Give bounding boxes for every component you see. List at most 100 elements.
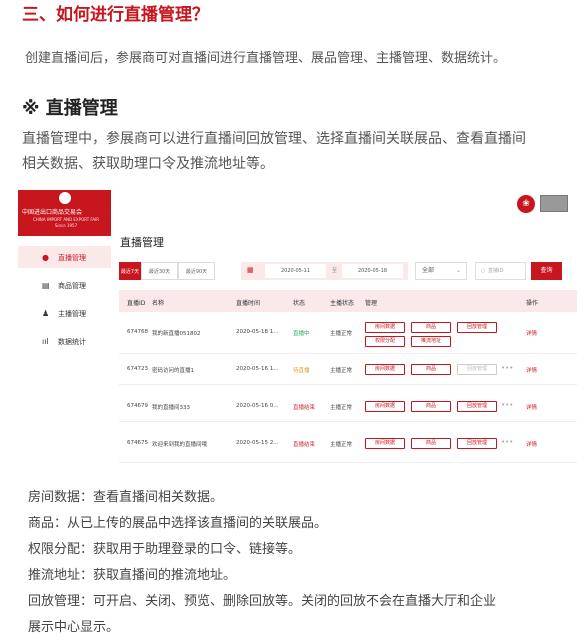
- description-item: 推流地址：获取直播间的推流地址。: [28, 568, 237, 583]
- subsection-title: ※ 直播管理: [22, 98, 118, 119]
- anchor-status: 主播正常: [330, 331, 353, 337]
- replay-button[interactable]: 回放管理: [457, 364, 497, 375]
- table-row: 674768 我的新直播051802 2020-05-18 1... 直播中 主…: [119, 313, 577, 354]
- goods-button[interactable]: 商品: [411, 364, 451, 375]
- chevron-down-icon: ⌄: [455, 267, 461, 274]
- table-row: 674723 密码访问的直播1 2020-05-16 1... 待直播 主播正常…: [119, 354, 577, 385]
- logo-since-text: Since 1957: [54, 223, 78, 228]
- brand-badge-icon[interactable]: ❀: [517, 195, 535, 213]
- room-data-button[interactable]: 房间数据: [365, 401, 405, 412]
- replay-button[interactable]: 回放管理: [457, 401, 497, 412]
- description-list: 房间数据：查看直播间相关数据。 商品：从已上传的展品中选择该直播间的关联展品。 …: [28, 485, 496, 641]
- status-select-value: 全部: [422, 267, 435, 274]
- row-id: 674768: [127, 329, 148, 335]
- intro-text: 创建直播间后，参展商可对直播间进行直播管理、展品管理、主播管理、数据统计。: [25, 51, 507, 66]
- sidebar-item-label: 商品管理: [58, 282, 86, 290]
- status-badge: 待直播: [293, 368, 310, 374]
- sidebar-item-label: 主播管理: [58, 310, 86, 318]
- column-header: 状态: [293, 300, 306, 307]
- description-item: 权限分配：获取用于助理登录的口令、链接等。: [28, 542, 302, 557]
- date-start[interactable]: 2020-05-11: [265, 264, 326, 278]
- detail-link[interactable]: 详情: [526, 440, 537, 448]
- table-header: 直播ID 名称 直播时间 状态 主播状态 管理 操作: [119, 290, 577, 312]
- permission-button[interactable]: 权限分配: [365, 336, 405, 347]
- search-input[interactable]: ○ 直播ID: [475, 262, 526, 280]
- room-data-button[interactable]: 房间数据: [365, 322, 405, 333]
- row-id: 674675: [127, 440, 148, 446]
- anchor-status: 主播正常: [330, 368, 353, 374]
- search-icon: ○: [481, 268, 486, 274]
- goods-button[interactable]: 商品: [411, 401, 451, 412]
- column-header: 直播时间: [236, 300, 261, 307]
- row-id: 674723: [127, 366, 148, 372]
- sidebar: 中国进出口商品交易会 CHINA IMPORT AND EXPORT FAIR …: [18, 190, 111, 468]
- paragraph-line: 直播管理中，参展商可以进行直播间回放管理、选择直播间关联展品、查看直播间: [22, 131, 526, 147]
- logo-cn-text: 中国进出口商品交易会: [22, 209, 83, 216]
- range-7d-button[interactable]: 最近7天: [119, 262, 141, 280]
- row-name: 密码访问的直播1: [152, 368, 194, 374]
- bar-chart-icon: ııl: [42, 337, 49, 346]
- date-separator: 至: [332, 268, 338, 274]
- query-button[interactable]: 查询: [531, 262, 562, 280]
- detail-link[interactable]: 详情: [526, 403, 537, 411]
- status-select[interactable]: 全部 ⌄: [415, 262, 467, 280]
- row-name: 欢迎来到我的直播间哦: [152, 442, 208, 448]
- row-time: 2020-05-15 2...: [236, 440, 279, 446]
- description-item: 房间数据：查看直播间相关数据。: [28, 490, 224, 505]
- column-header: 主播状态: [330, 300, 355, 307]
- sidebar-item-label: 数据统计: [58, 338, 86, 346]
- date-range-picker[interactable]: ▦ 2020-05-11 至 2020-05-18: [241, 262, 408, 280]
- status-badge: 直播结束: [293, 442, 316, 448]
- logo-en-text: CHINA IMPORT AND EXPORT FAIR: [32, 217, 100, 222]
- sidebar-item-live[interactable]: ● 直播管理: [18, 246, 111, 268]
- canton-fair-logo: 中国进出口商品交易会 CHINA IMPORT AND EXPORT FAIR …: [18, 190, 111, 236]
- detail-link[interactable]: 详情: [526, 366, 537, 374]
- status-badge: 直播结束: [293, 405, 316, 411]
- filter-bar: 最近7天 最近30天 最近90天 ▦ 2020-05-11 至 2020-05-…: [119, 262, 562, 280]
- sidebar-item-anchor[interactable]: ♟ 主播管理: [18, 302, 111, 324]
- range-30d-button[interactable]: 最近30天: [141, 262, 178, 280]
- live-icon: ●: [42, 253, 49, 262]
- more-icon[interactable]: •••: [501, 438, 513, 446]
- row-time: 2020-05-18 1...: [236, 329, 279, 335]
- push-url-button[interactable]: 推流地址: [411, 336, 451, 347]
- person-icon: ♟: [42, 309, 50, 318]
- app-screenshot: 中国进出口商品交易会 CHINA IMPORT AND EXPORT FAIR …: [18, 190, 577, 468]
- replay-button[interactable]: 回放管理: [457, 322, 497, 333]
- date-end[interactable]: 2020-05-18: [342, 264, 403, 278]
- column-header: 直播ID: [127, 300, 146, 307]
- sidebar-item-goods[interactable]: ▤ 商品管理: [18, 274, 111, 296]
- more-icon[interactable]: •••: [501, 364, 513, 372]
- goods-icon: ▤: [42, 281, 50, 290]
- table-row: 674675 欢迎来到我的直播间哦 2020-05-15 2... 直播结束 主…: [119, 428, 577, 463]
- column-header: 操作: [526, 300, 539, 307]
- replay-button[interactable]: 回放管理: [457, 438, 497, 449]
- row-time: 2020-05-16 1...: [236, 366, 279, 372]
- paragraph: 直播管理中，参展商可以进行直播间回放管理、选择直播间关联展品、查看直播间 相关数…: [22, 127, 526, 177]
- top-bar: ❀: [111, 190, 577, 220]
- goods-button[interactable]: 商品: [411, 322, 451, 333]
- calendar-icon: ▦: [247, 266, 254, 274]
- status-badge: 直播中: [293, 331, 310, 337]
- range-90d-button[interactable]: 最近90天: [178, 262, 215, 280]
- table-row: 674679 我的直播间333 2020-05-16 0... 直播结束 主播正…: [119, 391, 577, 422]
- room-data-button[interactable]: 房间数据: [365, 364, 405, 375]
- sidebar-item-stats[interactable]: ııl 数据统计: [18, 330, 111, 352]
- column-header: 管理: [365, 300, 378, 307]
- row-name: 我的直播间333: [152, 405, 190, 411]
- room-data-button[interactable]: 房间数据: [365, 438, 405, 449]
- row-time: 2020-05-16 0...: [236, 403, 279, 409]
- more-icon[interactable]: •••: [501, 401, 513, 409]
- description-item: 展示中心显示。: [28, 620, 120, 635]
- anchor-status: 主播正常: [330, 405, 353, 411]
- section-heading: 三、如何进行直播管理？: [22, 5, 209, 25]
- detail-link[interactable]: 详情: [526, 329, 537, 337]
- column-header: 名称: [152, 300, 165, 307]
- goods-button[interactable]: 商品: [411, 438, 451, 449]
- main-panel: 直播管理 最近7天 最近30天 最近90天 ▦ 2020-05-11 至 202…: [111, 220, 577, 468]
- avatar[interactable]: [540, 195, 568, 212]
- sidebar-item-label: 直播管理: [58, 254, 86, 262]
- anchor-status: 主播正常: [330, 442, 353, 448]
- description-item: 商品：从已上传的展品中选择该直播间的关联展品。: [28, 516, 328, 531]
- logo-flower-icon: [59, 192, 71, 204]
